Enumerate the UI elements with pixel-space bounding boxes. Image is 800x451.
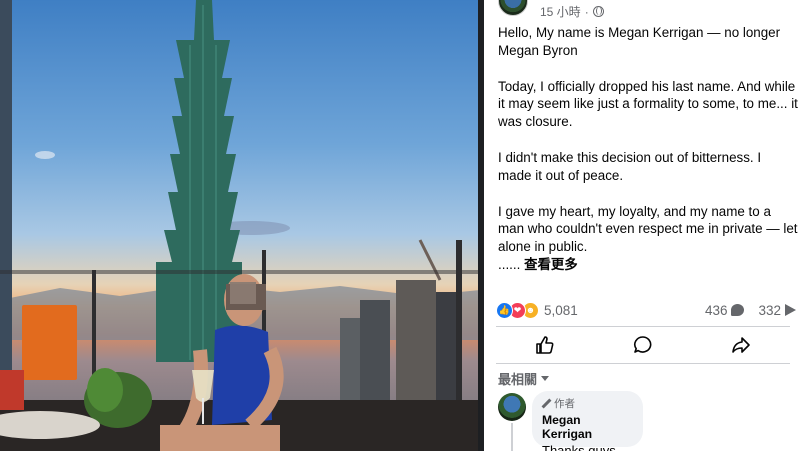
- post-paragraph: Hello, My name is Megan Kerrigan — no lo…: [498, 25, 781, 58]
- thread-line: [511, 423, 513, 451]
- pen-icon: [542, 399, 551, 408]
- comment-bubble-icon: [731, 304, 745, 316]
- photo-scene: [0, 0, 480, 451]
- commenter-avatar[interactable]: [498, 393, 526, 421]
- comment-count[interactable]: 436: [705, 303, 728, 318]
- post-meta: 15 小時 ·: [540, 3, 604, 20]
- like-reaction-icon: 👍: [496, 301, 513, 319]
- reaction-icons[interactable]: 👍 ❤ ☻: [496, 301, 539, 319]
- comment-bubble: 作者 Megan Kerrigan Thanks guys..: [532, 391, 643, 451]
- engagement-counts: 436 332: [705, 303, 796, 318]
- post-paragraph: I gave my heart, my loyalty, and my name…: [498, 203, 798, 255]
- post-paragraph: I didn't make this decision out of bitte…: [498, 149, 762, 183]
- post-time[interactable]: 15 小時: [540, 3, 581, 20]
- share-icon: [732, 337, 750, 353]
- share-arrow-icon: [785, 304, 796, 316]
- see-more-row: ...... 查看更多: [498, 256, 798, 274]
- ellipsis: ......: [498, 256, 521, 272]
- comment-icon: [634, 336, 652, 353]
- comment-sort-dropdown[interactable]: 最相關: [498, 369, 550, 388]
- share-button[interactable]: [711, 329, 771, 361]
- globe-icon[interactable]: [592, 6, 604, 17]
- share-count[interactable]: 332: [758, 303, 781, 318]
- comment-sort-label: 最相關: [498, 372, 538, 387]
- thumbs-up-icon: [536, 336, 554, 354]
- chevron-down-icon: [541, 376, 550, 381]
- see-more-link[interactable]: 查看更多: [524, 257, 578, 272]
- reaction-bar: 👍 ❤ ☻ 5,081 436 332: [496, 299, 796, 321]
- author-avatar[interactable]: [498, 0, 528, 16]
- action-bar: [496, 328, 790, 362]
- author-badge: 作者: [542, 396, 633, 411]
- post-text: Hello, My name is Megan Kerrigan — no lo…: [498, 24, 798, 274]
- post-panel: 15 小時 · Hello, My name is Megan Kerrigan…: [484, 0, 800, 451]
- post-paragraph: Today, I officially dropped his last nam…: [498, 78, 798, 130]
- comment-text: Thanks guys..: [542, 443, 623, 451]
- author-badge-label: 作者: [554, 398, 575, 410]
- divider: [496, 363, 790, 364]
- comment-button[interactable]: [613, 329, 673, 361]
- reaction-count[interactable]: 5,081: [544, 303, 578, 318]
- like-button[interactable]: [515, 329, 575, 361]
- divider: [496, 326, 790, 327]
- commenter-name[interactable]: Megan Kerrigan: [542, 413, 633, 441]
- post-photo[interactable]: [0, 0, 480, 451]
